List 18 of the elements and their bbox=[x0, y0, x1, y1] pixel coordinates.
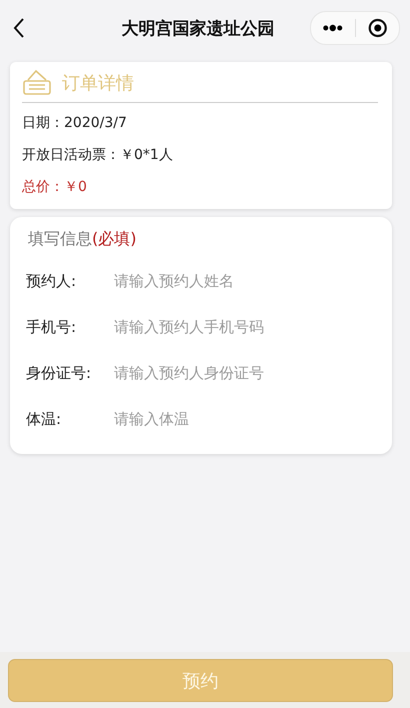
input-field[interactable]: 请输入预约人姓名 bbox=[114, 272, 382, 290]
form-title: 填写信息 bbox=[28, 229, 92, 248]
field-label: 身份证号: bbox=[26, 364, 92, 382]
back-icon[interactable] bbox=[12, 17, 26, 39]
input-field[interactable]: 请输入体温 bbox=[114, 410, 382, 428]
input-field[interactable]: 请输入预约人手机号码 bbox=[114, 318, 382, 336]
total-price: 总价：￥0 bbox=[22, 178, 88, 197]
order-detail: 开放日活动票：￥0*1人 bbox=[22, 146, 174, 165]
ticket-icon bbox=[22, 68, 52, 98]
required-mark: (必填) bbox=[92, 229, 136, 248]
reserve-button[interactable]: 预约 bbox=[8, 659, 393, 702]
order-title: 订单详情 bbox=[62, 72, 134, 95]
field-label: 手机号: bbox=[26, 318, 78, 336]
field-label: 预约人: bbox=[26, 272, 78, 290]
page-title: 大明宫国家遗址公园 bbox=[120, 18, 276, 40]
input-field[interactable]: 请输入预约人身份证号 bbox=[114, 364, 382, 382]
order-detail: 日期：2020/3/7 bbox=[22, 114, 128, 133]
field-label: 体温: bbox=[26, 410, 62, 428]
